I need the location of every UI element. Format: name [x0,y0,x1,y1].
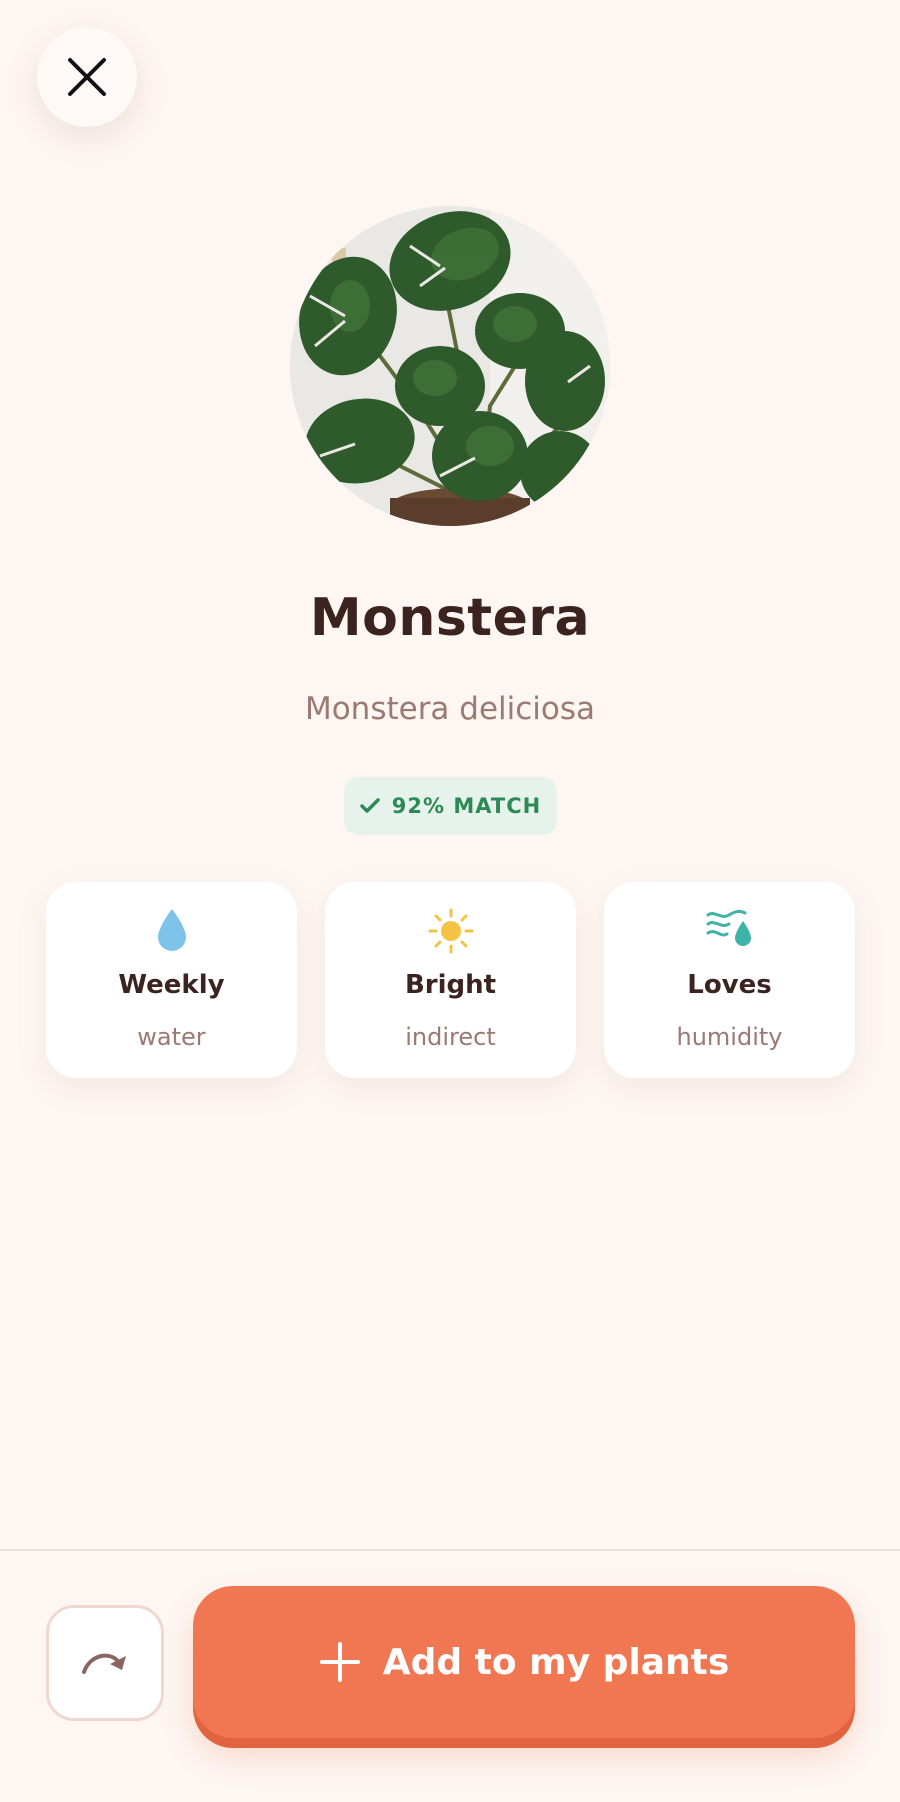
plus-icon [319,1642,360,1682]
close-icon [68,58,106,96]
close-button[interactable] [37,27,137,127]
bottom-divider [0,1549,900,1551]
care-card-subtitle: humidity [676,1023,783,1051]
care-card-title: Weekly [118,970,225,1000]
match-label: 92% MATCH [391,794,542,818]
humidity-icon [706,909,751,946]
plant-name: Monstera [309,588,591,648]
care-card-subtitle: indirect [405,1023,496,1051]
care-card-light: Bright indirect [325,882,576,1078]
care-card-title: Bright [404,970,497,1000]
add-to-my-plants-button[interactable]: Add to my plants [193,1586,855,1738]
plant-photo [290,206,610,526]
care-card-humidity: Loves humidity [604,882,855,1078]
check-icon [360,798,380,813]
redo-arrow-icon [82,1653,126,1674]
add-button-label: Add to my plants [382,1641,730,1683]
sun-icon [428,908,473,954]
match-badge: 92% MATCH [344,777,557,835]
plant-latin-name: Monstera deliciosa [304,691,596,727]
care-card-title: Loves [687,970,772,1000]
water-drop-icon [157,909,186,951]
care-card-subtitle: water [137,1023,206,1051]
skip-button[interactable] [46,1605,164,1721]
care-card-water: Weekly water [46,882,297,1078]
